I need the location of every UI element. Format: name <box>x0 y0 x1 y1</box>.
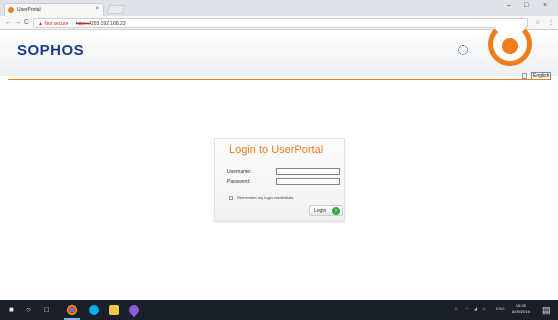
clock[interactable]: 15:25 8/09/2019 <box>512 303 530 315</box>
remember-label: Remember my login credentials <box>237 195 294 200</box>
skype-icon[interactable] <box>89 305 99 315</box>
arrow-right-icon: › <box>332 207 340 215</box>
header-divider <box>8 79 550 80</box>
password-label: Password: <box>227 179 251 185</box>
search-icon[interactable]: ○ <box>26 305 31 314</box>
page-content: SOPHOS English Login to UserPortal Usern… <box>0 22 558 300</box>
url-protocol: https:// <box>75 21 91 27</box>
login-button[interactable]: Login › <box>309 205 343 216</box>
forward-button[interactable]: → <box>14 19 21 26</box>
bookmark-star-icon[interactable]: ☆ <box>535 19 540 26</box>
username-label: Username: <box>227 169 252 175</box>
remember-me-row[interactable]: Remember my login credentials <box>229 195 293 200</box>
screen: UserPortal × – □ × ← → C ▲ Not secure | ht… <box>0 0 558 320</box>
back-button[interactable]: ← <box>5 19 12 26</box>
sophos-logo: SOPHOS <box>17 42 85 59</box>
minimize-button[interactable]: – <box>507 2 511 9</box>
address-bar[interactable]: ▲ Not secure | https://203.192.168.22 <box>33 18 528 28</box>
password-input[interactable] <box>276 178 340 185</box>
browser-tab-bar: UserPortal × – □ × <box>0 0 558 16</box>
maximize-button[interactable]: □ <box>524 2 528 9</box>
network-icon[interactable]: ◢ <box>474 306 477 311</box>
address-separator: | <box>71 21 73 27</box>
portal-header: SOPHOS <box>0 22 558 76</box>
login-title: Login to UserPortal <box>229 144 324 156</box>
chrome-icon[interactable] <box>67 305 77 315</box>
close-window-button[interactable]: × <box>543 2 547 9</box>
tray-chevron-icon[interactable]: ^ <box>466 306 468 311</box>
sophos-favicon-icon <box>8 7 14 13</box>
login-button-label: Login <box>314 208 327 214</box>
url-host: 203.192.168.22 <box>90 21 126 27</box>
clock-date: 8/09/2019 <box>512 309 530 314</box>
reload-button[interactable]: C <box>24 19 29 26</box>
taskbar: ■ ○ □ ☺ ^ ◢ ◁ ENG 15:25 8/09/2019 ▤ <box>0 300 558 320</box>
people-icon[interactable]: ☺ <box>454 306 458 311</box>
maps-icon[interactable] <box>126 302 142 318</box>
gear-icon[interactable] <box>458 45 468 55</box>
username-input[interactable] <box>276 168 340 175</box>
input-language[interactable]: ENG <box>496 306 505 311</box>
volume-icon[interactable]: ◁ <box>482 306 485 311</box>
windows-start-icon[interactable]: ■ <box>9 305 14 314</box>
remember-checkbox[interactable] <box>229 195 233 200</box>
browser-toolbar: ← → C ▲ Not secure | https://203.192.168.2… <box>0 16 558 30</box>
security-label: Not secure <box>44 21 69 27</box>
login-panel: Login to UserPortal Username: Password: … <box>214 138 345 222</box>
new-tab-button[interactable] <box>106 5 126 14</box>
browser-tab[interactable]: UserPortal × <box>4 3 104 16</box>
sophos-emblem-icon <box>502 38 518 54</box>
close-tab-icon[interactable]: × <box>95 6 99 12</box>
file-explorer-icon[interactable] <box>109 305 119 315</box>
tab-title: UserPortal <box>17 7 41 13</box>
notification-icon[interactable]: ▤ <box>542 305 551 316</box>
browser-menu-icon[interactable]: ⋮ <box>548 19 554 26</box>
task-view-icon[interactable]: □ <box>44 305 49 314</box>
